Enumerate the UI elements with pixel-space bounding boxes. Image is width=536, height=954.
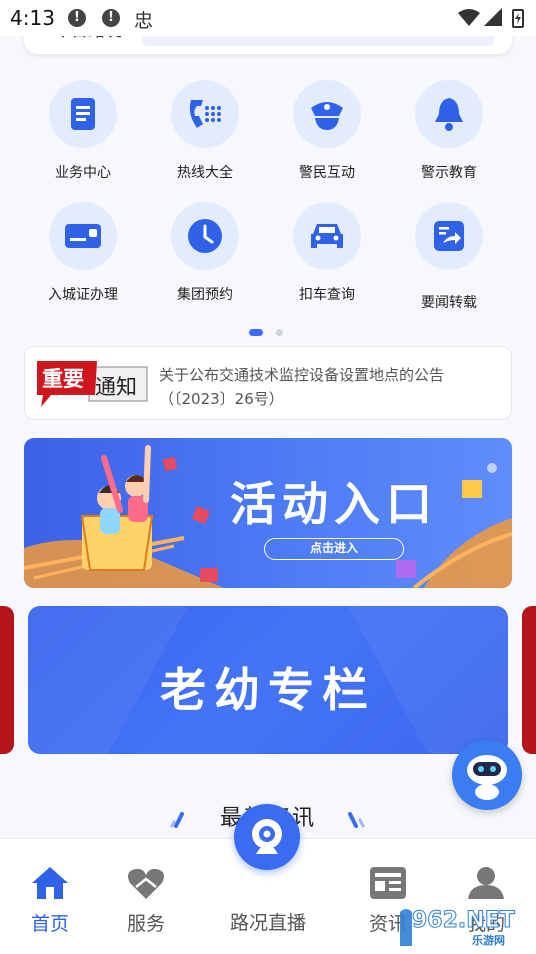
signal-icon bbox=[484, 8, 502, 26]
service-warning-education[interactable]: 警示教育 bbox=[388, 80, 510, 182]
activity-enter-button[interactable]: 点击进入 bbox=[264, 538, 404, 560]
activity-banner[interactable]: 活动入口 点击进入 bbox=[24, 438, 512, 588]
service-police-interaction[interactable]: 警民互动 bbox=[266, 80, 388, 182]
elder-column-title: 老幼专栏 bbox=[160, 663, 376, 717]
notice-card[interactable]: 重要 通知 关于公布交通技术监控设备设置地点的公告（〔2023〕26号） bbox=[24, 346, 512, 420]
slash-decoration-icon bbox=[170, 812, 184, 828]
share-icon bbox=[415, 202, 483, 270]
notice-text: 关于公布交通技术监控设备设置地点的公告（〔2023〕26号） bbox=[159, 366, 445, 408]
watermark-sub: 乐游网 bbox=[472, 934, 505, 947]
news-icon bbox=[370, 867, 406, 899]
watermark-text: 962.NET bbox=[412, 908, 516, 934]
service-hotline[interactable]: 热线大全 bbox=[144, 80, 266, 182]
service-label: 警示教育 bbox=[421, 165, 477, 181]
clock-icon bbox=[171, 202, 239, 270]
service-entry-permit[interactable]: 入城证办理 bbox=[22, 202, 144, 304]
service-label: 入城证办理 bbox=[48, 287, 118, 303]
alert-icon: ! bbox=[68, 9, 86, 27]
app-notification-icon: 忠 bbox=[134, 10, 154, 32]
site-watermark: 962.NET 乐游网 bbox=[400, 906, 530, 950]
battery-icon bbox=[512, 9, 524, 28]
service-label: 警民互动 bbox=[299, 165, 355, 181]
pager-dot bbox=[276, 329, 283, 336]
service-label: 要闻转载 bbox=[421, 295, 477, 311]
service-label: 热线大全 bbox=[177, 165, 233, 181]
status-time: 4:13 bbox=[10, 6, 55, 30]
slash-decoration-icon bbox=[348, 812, 365, 828]
notice-tag-important: 重要 bbox=[42, 367, 84, 391]
pager-dot-active bbox=[249, 329, 263, 336]
document-icon bbox=[49, 80, 117, 148]
service-label: 扣车查询 bbox=[299, 287, 355, 303]
service-label: 业务中心 bbox=[55, 165, 111, 181]
user-icon bbox=[468, 867, 504, 899]
id-card-icon bbox=[49, 202, 117, 270]
nav-home-label: 首页 bbox=[30, 913, 69, 935]
home-icon bbox=[32, 867, 68, 899]
service-business-center[interactable]: 业务中心 bbox=[22, 80, 144, 182]
nav-live-label: 路况直播 bbox=[229, 912, 306, 934]
live-traffic-button[interactable] bbox=[234, 804, 300, 870]
carousel-next-card[interactable] bbox=[522, 606, 536, 754]
activity-title: 活动入口 bbox=[230, 477, 438, 531]
alert-icon: ! bbox=[102, 9, 120, 27]
heart-hands-icon bbox=[128, 868, 164, 899]
wifi-icon bbox=[458, 9, 480, 26]
bell-icon bbox=[415, 80, 483, 148]
webcam-icon bbox=[252, 819, 282, 854]
service-news-repost[interactable]: 要闻转载 bbox=[388, 202, 510, 312]
elder-child-column-banner[interactable]: 老幼专栏 bbox=[28, 606, 508, 754]
carousel-prev-card[interactable] bbox=[0, 606, 14, 754]
notice-tag-notice: 通知 bbox=[95, 375, 137, 399]
service-group-booking[interactable]: 集团预约 bbox=[144, 202, 266, 304]
phone-icon bbox=[171, 80, 239, 148]
service-label: 集团预约 bbox=[177, 287, 233, 303]
status-bar: 4:13 ! ! 忠 bbox=[0, 0, 536, 36]
service-impound-query[interactable]: 扣车查询 bbox=[266, 202, 388, 304]
nav-service-label: 服务 bbox=[126, 913, 165, 935]
car-icon bbox=[293, 202, 361, 270]
police-cap-icon bbox=[293, 80, 361, 148]
